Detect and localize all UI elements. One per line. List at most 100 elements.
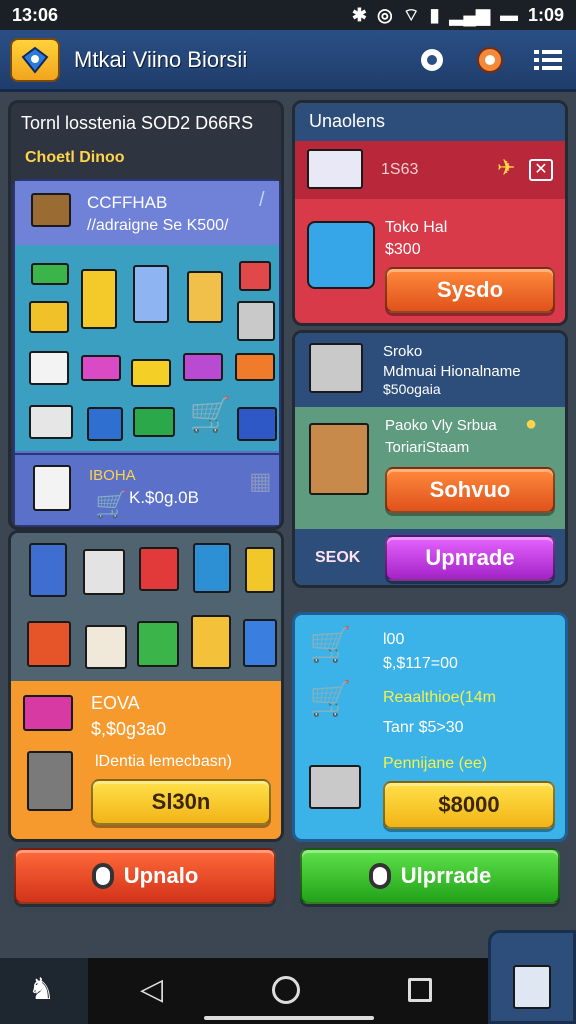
cart-icon: 🛒 <box>189 396 232 434</box>
van-icon <box>81 355 121 381</box>
right-bottom-title: l00 <box>383 631 405 648</box>
menu-icon[interactable] <box>530 42 566 78</box>
right-bottom-row2: Tanr $5>30 <box>383 719 464 736</box>
shop-icon <box>29 301 69 333</box>
crate-icon <box>31 193 71 227</box>
stall-icon <box>245 547 275 593</box>
right-bottom-buy-button[interactable]: $8000 <box>383 781 555 829</box>
app-title: Mtkai Viino Biorsii <box>74 46 248 72</box>
close-icon[interactable]: ✕ <box>529 159 553 181</box>
bird-icon: ✈ <box>497 155 516 180</box>
building-icon <box>81 269 117 329</box>
shop-subtitle: //adraigne Se K500/ <box>87 217 229 234</box>
app-logo-icon[interactable] <box>10 37 60 82</box>
left-items-panel: EOVA $,$0g3a0 lDentia lemecbasn) Sl30n <box>8 530 284 842</box>
stall-icon <box>83 549 125 595</box>
market-stall-icon <box>309 423 369 495</box>
right-mid-button[interactable]: Sohvuo <box>385 467 555 513</box>
register-icon <box>309 765 361 809</box>
left-panel-header: Tornl losstenia SOD2 D66RS <box>21 113 254 133</box>
right-mid-panel: Sroko Mdmuai Hionalname $50ogaia Paoko V… <box>292 330 568 588</box>
stall-icon <box>139 547 179 591</box>
box-icon <box>239 261 271 291</box>
left-upgrade-panel: Upnalo <box>8 842 284 912</box>
truck-icon <box>235 353 275 381</box>
item-grid: 🛒 <box>15 245 279 451</box>
alarm-icon: ◎ <box>376 4 393 25</box>
profile-button[interactable]: ♞ <box>0 958 88 1024</box>
home-icon[interactable] <box>272 976 300 1004</box>
settings-icon[interactable] <box>414 42 450 78</box>
coin-icon: ● <box>525 413 538 435</box>
nav-bar: ♞ ◁ <box>0 930 576 1024</box>
item-buy-button[interactable]: Sl30n <box>91 779 271 825</box>
item-price: $,$0g3a0 <box>91 719 167 739</box>
right-mid-upgrade-button[interactable]: Upnrade <box>385 535 555 581</box>
character-icon: ♞ <box>28 973 55 1006</box>
stall-icon <box>193 543 231 593</box>
left-upgrade-label: Upnalo <box>123 863 199 888</box>
right-upgrade-panel: Ulprrade <box>292 842 568 912</box>
right-item-title: Toko Hal <box>385 219 448 236</box>
left-item-card[interactable]: EOVA $,$0g3a0 lDentia lemecbasn) Sl30n <box>11 681 281 839</box>
door-icon <box>309 343 363 393</box>
right-panel-header: Unaolens <box>309 111 386 131</box>
gesture-bar <box>204 1016 374 1020</box>
shelf-icon <box>27 751 73 811</box>
register-icon <box>513 965 551 1009</box>
van-icon <box>131 359 171 387</box>
shop-title: CCFFHAB <box>87 193 168 212</box>
shop-crate-icon <box>307 221 375 289</box>
signal-icon: ▂▄▆ <box>449 4 490 25</box>
right-item-button[interactable]: Sysdo <box>385 267 555 313</box>
right-top-panel: Unaolens 1S63 ✈ ✕ Toko Hal $300 Sysdo <box>292 100 568 326</box>
box-icon <box>243 619 277 667</box>
left-upgrade-button[interactable]: Upnalo <box>14 848 276 904</box>
right-bottom-row1: Reaalthioe(14m <box>383 689 496 706</box>
shop-icon[interactable] <box>472 42 508 78</box>
status-bar: 13:06 ✱ ◎ ⌔ ▮ ▂▄▆ ▬ 1:09 <box>0 0 576 30</box>
box-icon <box>237 407 277 441</box>
gift-box-icon <box>23 695 73 731</box>
stall-icon <box>29 351 69 385</box>
crate-icon <box>133 407 175 437</box>
shelf-icon <box>27 621 71 667</box>
right-mid-line3: $50ogaia <box>383 381 441 397</box>
right-upgrade-label: Ulprrade <box>400 863 492 888</box>
counter-icon <box>29 405 73 439</box>
right-upgrade-button[interactable]: Ulprrade <box>300 848 560 904</box>
washer-icon <box>87 407 123 441</box>
shelf-icon <box>237 301 275 341</box>
recents-icon[interactable] <box>408 978 432 1002</box>
status-icons: ✱ ◎ ⌔ ▮ ▂▄▆ ▬ 1:09 <box>352 4 564 27</box>
right-item-price: $300 <box>385 241 421 258</box>
right-mid-line1: Sroko <box>383 343 423 360</box>
sim-icon: ▮ <box>429 4 440 25</box>
shop-price: K.$0g.0B <box>129 488 199 507</box>
banner-code: 1S63 <box>381 161 419 178</box>
shop-price-label: IBOHA <box>89 467 136 484</box>
status-time-left: 13:06 <box>12 4 59 25</box>
shelf-icon <box>85 625 127 669</box>
left-item-grid <box>11 533 281 681</box>
shop-card[interactable]: CCFFHAB //adraigne Se K500/ / 🛒 IBOHA 🛒 … <box>13 179 281 527</box>
vending-icon <box>29 543 67 597</box>
wifi-icon: ⌔ <box>402 4 420 25</box>
store-button[interactable] <box>488 930 576 1024</box>
battery-icon: ▬ <box>499 4 518 25</box>
shield-icon <box>91 863 114 889</box>
left-panel-subheader: Choetl Dinoo <box>25 149 125 166</box>
right-mid-line4: Paoko Vly Srbua <box>385 417 497 434</box>
fridge-icon <box>33 465 71 511</box>
right-mid-line5: ToriariStaam <box>385 439 470 456</box>
bluetooth-icon: ✱ <box>351 4 367 25</box>
basket-icon[interactable]: ▦ <box>249 467 272 496</box>
cart-icon: 🛒 <box>309 680 352 718</box>
cart-icon: 🛒 <box>309 626 352 664</box>
seok-badge: SEOK <box>315 549 361 566</box>
left-shop-panel: Tornl losstenia SOD2 D66RS Choetl Dinoo … <box>8 100 284 530</box>
right-mid-line2: Mdmuai Hionalname <box>383 363 521 380</box>
edit-icon[interactable]: / <box>259 189 265 212</box>
back-icon[interactable]: ◁ <box>140 972 163 1007</box>
building-icon <box>133 265 169 323</box>
